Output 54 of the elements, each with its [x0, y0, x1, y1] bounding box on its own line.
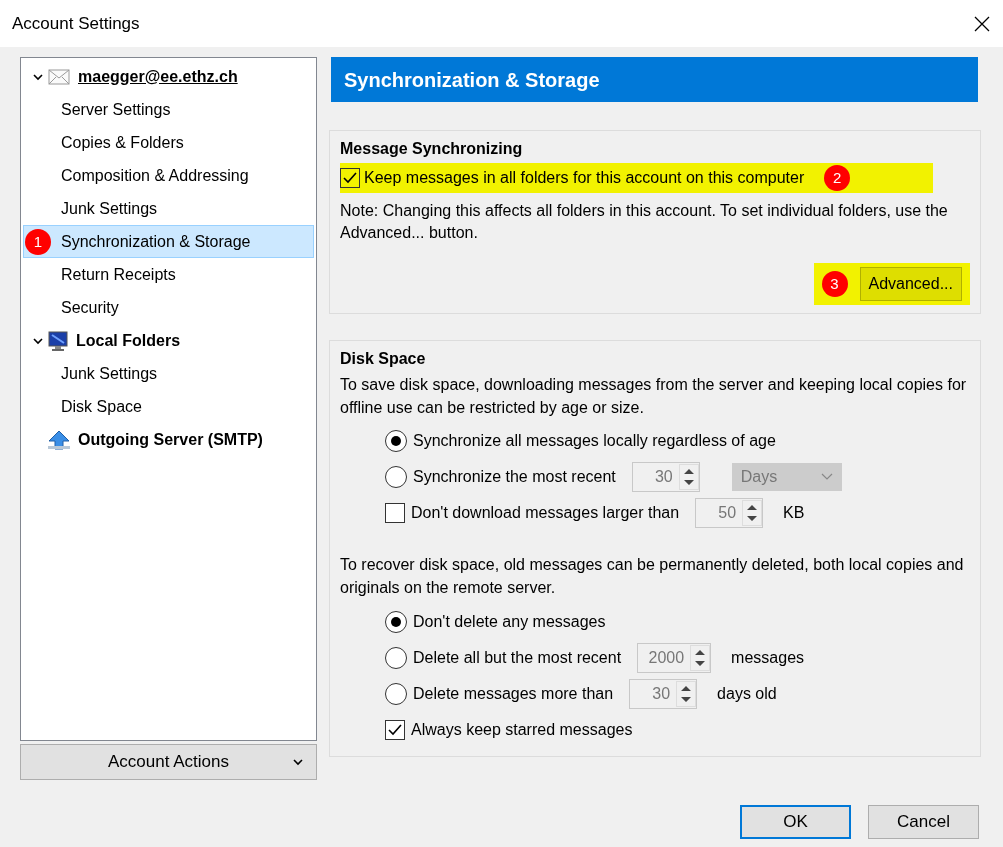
- unit-label: messages: [731, 647, 805, 668]
- radio-label[interactable]: Delete all but the most recent: [413, 645, 622, 670]
- dialog-button[interactable]: Cancel: [868, 805, 979, 839]
- chevron-down-icon: [292, 756, 304, 768]
- tree-item[interactable]: Composition & Addressing: [23, 159, 314, 192]
- radio-label[interactable]: Synchronize all messages locally regardless of age: [413, 429, 776, 454]
- close-icon[interactable]: [973, 14, 991, 33]
- checkbox-label[interactable]: Don't download messages larger than: [411, 501, 680, 526]
- unit-label: days old: [717, 683, 777, 704]
- section-heading: Disk Space: [340, 348, 427, 369]
- checkbox[interactable]: [385, 719, 405, 740]
- radio-button[interactable]: [385, 646, 407, 669]
- spin-arrows-icon: [690, 644, 711, 671]
- tree-item[interactable]: maegger@ee.ethz.ch: [23, 60, 314, 93]
- tree-item[interactable]: Security: [23, 291, 314, 324]
- callout-badge: 3: [821, 270, 848, 297]
- radio-label[interactable]: Synchronize the most recent: [413, 465, 616, 490]
- section-heading: Message Synchronizing: [340, 139, 524, 159]
- radio-button[interactable]: [385, 682, 407, 705]
- radio-button[interactable]: [385, 466, 407, 489]
- tree-item[interactable]: Junk Settings: [23, 357, 314, 390]
- tree-item[interactable]: Disk Space: [23, 390, 314, 423]
- description-text: To save disk space, downloading messages from the server and keeping local copies for offline use can be restricted by age or size.: [340, 374, 968, 418]
- page-title: Synchronization & Storage: [331, 57, 978, 102]
- checkbox-label[interactable]: Keep messages in all folders for this account on this computer: [364, 166, 805, 190]
- description-text: To recover disk space, old messages can be permanently deleted, both local copies and originals on the remote server.: [340, 555, 965, 599]
- checkbox-label[interactable]: Always keep starred messages: [411, 717, 633, 742]
- monitor-icon: [48, 330, 68, 351]
- tree-item[interactable]: Outgoing Server (SMTP): [23, 423, 314, 456]
- checkbox[interactable]: [340, 168, 360, 188]
- envelope-icon: [48, 67, 70, 86]
- tree-item[interactable]: Server Settings: [23, 93, 314, 126]
- note-text: Note: Changing this affects all folders in this account. To set individual folders, use the Advanced... button.: [340, 201, 949, 244]
- radio-label[interactable]: Delete messages more than: [413, 681, 614, 706]
- checkbox[interactable]: [385, 503, 405, 524]
- spin-arrows-icon: [678, 464, 699, 491]
- spin-arrows-icon: [742, 500, 763, 527]
- tree-item[interactable]: Return Receipts: [23, 258, 314, 291]
- callout-badge: 2: [824, 165, 851, 191]
- up-arrow-icon: [48, 429, 70, 450]
- advanced-button[interactable]: Advanced...: [859, 266, 962, 301]
- tree-item[interactable]: Local Folders: [23, 324, 314, 357]
- radio-button[interactable]: [385, 610, 407, 633]
- callout-badge: 1: [25, 229, 51, 255]
- radio-button[interactable]: [385, 430, 407, 453]
- dialog-button[interactable]: OK: [740, 805, 851, 839]
- spin-arrows-icon: [676, 680, 697, 707]
- tree-item[interactable]: Junk Settings: [23, 192, 314, 225]
- unit-label: KB: [783, 503, 805, 524]
- account-actions-button[interactable]: Account Actions: [20, 744, 317, 780]
- radio-label[interactable]: Don't delete any messages: [413, 609, 606, 634]
- tree-item[interactable]: 1 Synchronization & Storage: [23, 225, 314, 258]
- tree-item[interactable]: Copies & Folders: [23, 126, 314, 159]
- window-title: Account Settings: [12, 12, 140, 35]
